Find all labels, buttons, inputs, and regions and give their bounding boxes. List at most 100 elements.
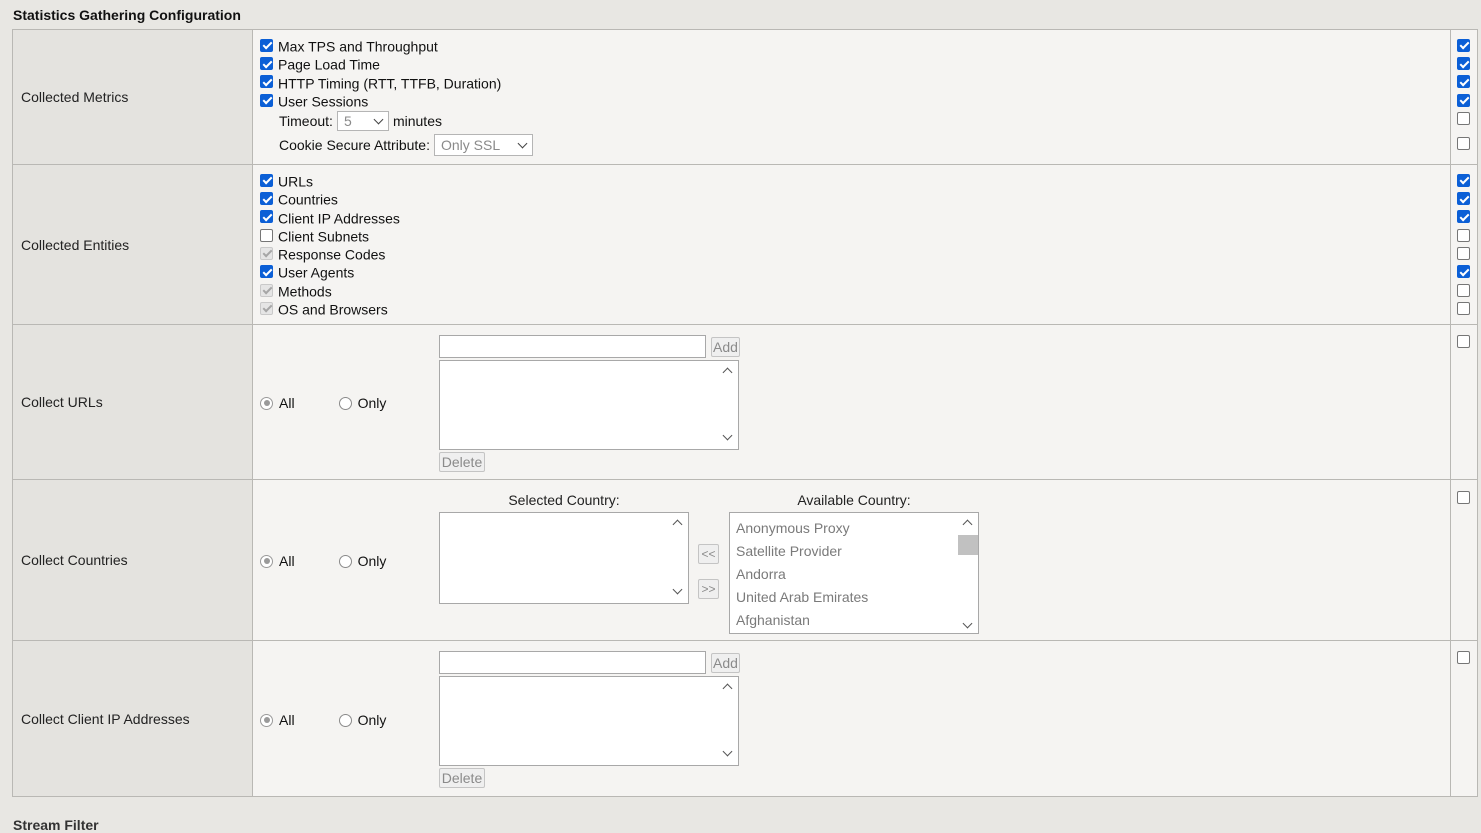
right-check-row — [1451, 208, 1477, 226]
option-row[interactable]: Response Codes — [253, 244, 1450, 262]
countries-radio-all[interactable] — [260, 554, 273, 568]
list-item[interactable]: Satellite Provider — [736, 540, 868, 563]
row-enable-checkbox[interactable] — [1457, 283, 1470, 297]
option-label: User Agents — [278, 264, 355, 281]
right-check-row — [1451, 91, 1477, 109]
scrollbar[interactable] — [718, 677, 738, 765]
row-enable-checkbox[interactable] — [1457, 228, 1470, 242]
available-country-listbox[interactable]: Anonymous Proxy Satellite Provider Andorra… — [729, 512, 979, 634]
option-row[interactable]: HTTP Timing (RTT, TTFB, Duration) — [253, 73, 1450, 91]
urls-row-checkbox[interactable] — [1457, 334, 1470, 348]
chevron-down-icon — [962, 618, 973, 629]
timeout-line: Timeout: 5 minutes — [253, 109, 1450, 133]
collect-urls-controls: All Only Add Delete — [252, 324, 1451, 480]
option-row[interactable]: OS and Browsers — [253, 299, 1450, 317]
option-row[interactable]: Client IP Addresses — [253, 208, 1450, 226]
option-row[interactable]: Max TPS and Throughput — [253, 36, 1450, 54]
row-enable-checkbox[interactable] — [1457, 246, 1470, 260]
scrollbar[interactable] — [718, 361, 738, 449]
timeout-value: 5 — [343, 113, 352, 130]
available-country-heading: Available Country: — [797, 492, 911, 508]
move-left-button[interactable]: << — [698, 544, 719, 564]
urls-radio-all[interactable] — [260, 396, 273, 410]
option-checkbox — [260, 283, 273, 297]
row-enable-checkbox[interactable] — [1457, 57, 1470, 71]
row-enable-checkbox[interactable] — [1457, 301, 1470, 315]
ips-radio-all[interactable] — [260, 713, 273, 727]
config-table: Collected Metrics Max TPS and Throughput… — [12, 29, 1478, 797]
option-label: Client IP Addresses — [278, 209, 400, 226]
chevron-up-icon — [722, 683, 733, 694]
countries-radio-only[interactable] — [338, 554, 352, 568]
option-checkbox[interactable] — [260, 93, 273, 107]
list-item[interactable]: Afghanistan — [736, 609, 868, 632]
urls-radio-only[interactable] — [338, 396, 352, 410]
option-label: HTTP Timing (RTT, TTFB, Duration) — [278, 74, 502, 91]
url-add-button[interactable]: Add — [711, 337, 740, 357]
option-checkbox[interactable] — [260, 228, 273, 242]
chevron-up-icon — [722, 367, 733, 378]
ips-row-checkbox[interactable] — [1457, 650, 1470, 664]
countries-radio-group: All Only — [260, 553, 386, 569]
list-item[interactable]: United Arab Emirates — [736, 586, 868, 609]
ip-input[interactable] — [439, 651, 706, 674]
option-label: Page Load Time — [278, 56, 380, 73]
countries-row-checkbox[interactable] — [1457, 490, 1470, 504]
option-checkbox[interactable] — [260, 75, 273, 89]
urls-radio-group: All Only — [260, 395, 386, 411]
option-label: Methods — [278, 283, 332, 300]
row-enable-checkbox[interactable] — [1457, 173, 1470, 187]
row-collected-metrics: Collected Metrics Max TPS and Throughput… — [12, 29, 1478, 165]
option-label: Countries — [278, 191, 338, 208]
entities-options: URLs Countries Client IP Addresses Client S… — [252, 164, 1451, 325]
ips-radio-only[interactable] — [338, 713, 352, 727]
row-label: Collect Client IP Addresses — [12, 640, 253, 797]
option-checkbox[interactable] — [260, 173, 273, 187]
scrollbar[interactable] — [958, 513, 978, 633]
option-checkbox — [260, 301, 273, 315]
option-checkbox[interactable] — [260, 210, 273, 224]
url-delete-button[interactable]: Delete — [439, 452, 485, 472]
metrics-options: Max TPS and Throughput Page Load Time HTTP… — [252, 29, 1451, 165]
row-label: Collected Metrics — [12, 29, 253, 165]
list-item[interactable]: Anonymous Proxy — [736, 517, 868, 540]
cookie-select[interactable]: Only SSL — [433, 134, 533, 157]
move-right-button[interactable]: >> — [698, 579, 719, 599]
chevron-up-icon — [962, 519, 973, 530]
metrics-right-checks — [1450, 29, 1478, 165]
scrollbar-thumb[interactable] — [958, 535, 978, 555]
row-enable-checkbox[interactable] — [1457, 265, 1470, 279]
selected-country-listbox[interactable] — [439, 512, 689, 604]
timeout-row-checkbox[interactable] — [1457, 111, 1470, 125]
row-enable-checkbox[interactable] — [1457, 192, 1470, 206]
option-checkbox[interactable] — [260, 265, 273, 279]
ip-listbox[interactable] — [439, 676, 739, 766]
section-title: Statistics Gathering Configuration — [13, 7, 241, 23]
option-row[interactable]: User Sessions — [253, 91, 1450, 109]
timeout-select[interactable]: 5 — [336, 111, 389, 132]
ip-delete-button[interactable]: Delete — [439, 768, 485, 788]
option-row[interactable]: Page Load Time — [253, 54, 1450, 73]
row-enable-checkbox[interactable] — [1457, 75, 1470, 89]
row-enable-checkbox[interactable] — [1457, 38, 1470, 52]
option-row[interactable]: Methods — [253, 281, 1450, 299]
ip-add-button[interactable]: Add — [711, 653, 740, 673]
list-item[interactable]: Andorra — [736, 563, 868, 586]
cookie-value: Only SSL — [440, 137, 501, 154]
option-checkbox[interactable] — [260, 38, 273, 52]
scrollbar[interactable] — [668, 513, 688, 603]
cookie-row-checkbox[interactable] — [1457, 136, 1470, 150]
option-checkbox — [260, 246, 273, 260]
right-check-row — [1451, 171, 1477, 189]
option-row[interactable]: Client Subnets — [253, 226, 1450, 244]
url-input[interactable] — [439, 335, 706, 358]
row-enable-checkbox[interactable] — [1457, 210, 1470, 224]
option-checkbox[interactable] — [260, 192, 273, 206]
option-row[interactable]: User Agents — [253, 262, 1450, 281]
option-row[interactable]: URLs — [253, 171, 1450, 189]
row-enable-checkbox[interactable] — [1457, 93, 1470, 107]
option-checkbox[interactable] — [260, 57, 273, 71]
option-row[interactable]: Countries — [253, 189, 1450, 208]
chevron-down-icon — [517, 138, 528, 149]
url-listbox[interactable] — [439, 360, 739, 450]
